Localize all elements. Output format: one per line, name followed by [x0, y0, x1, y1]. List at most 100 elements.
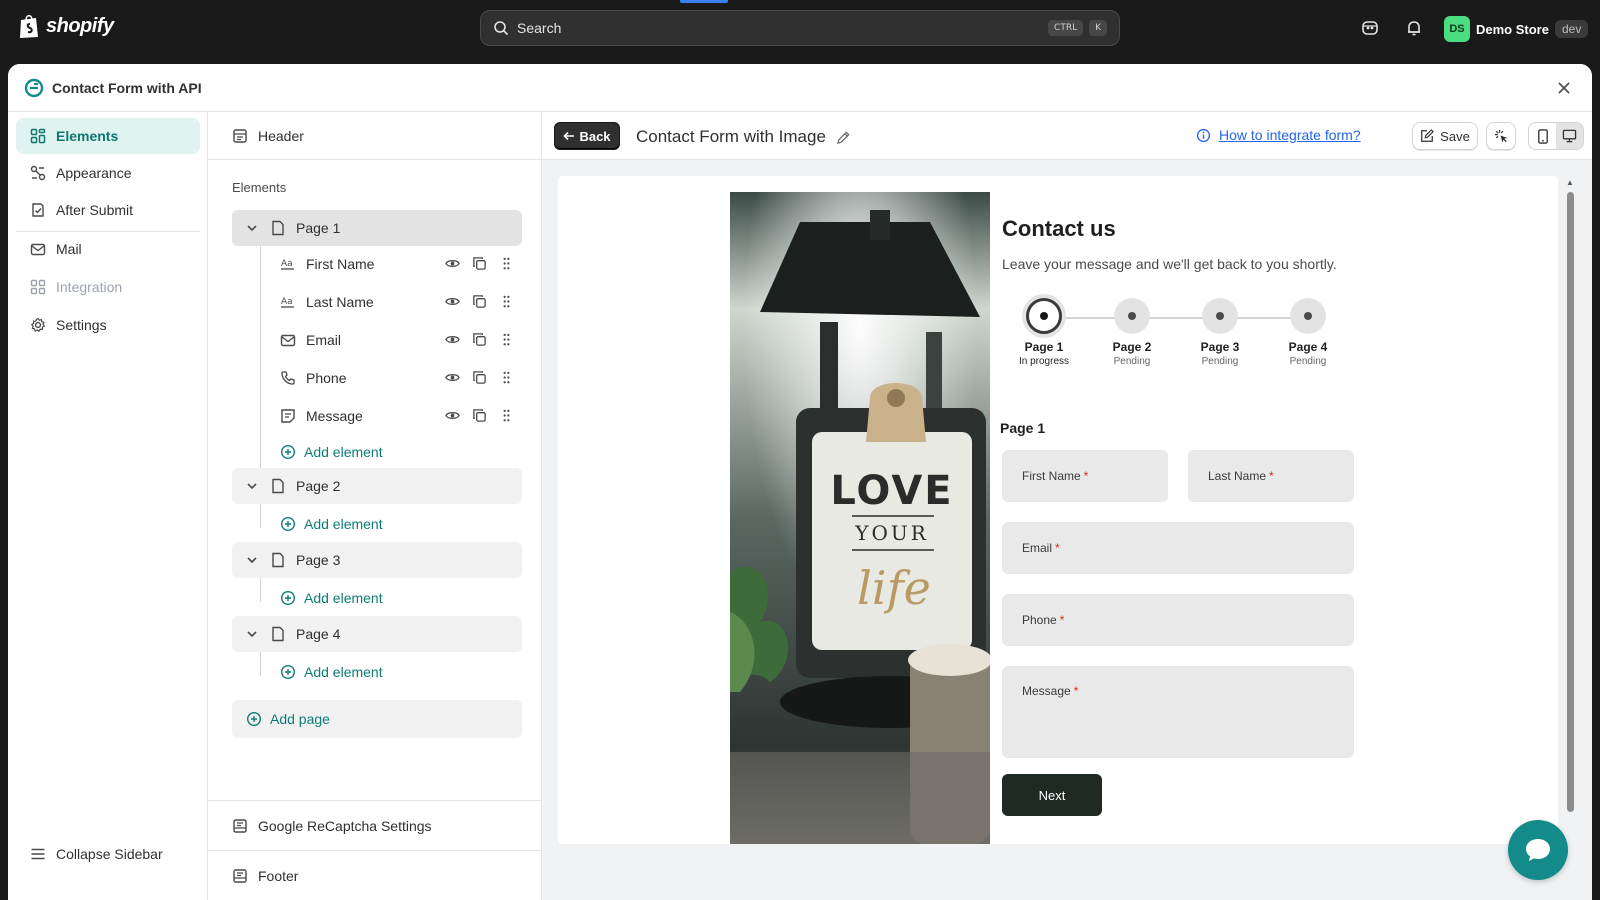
pencil-icon[interactable] — [836, 130, 851, 145]
tree-page-4[interactable]: Page 4 — [232, 616, 522, 652]
desktop-view-button[interactable] — [1556, 123, 1583, 149]
store-dev-badge: dev — [1554, 20, 1589, 38]
chevron-down-icon[interactable] — [244, 220, 260, 236]
sidekick-icon[interactable] — [1360, 18, 1380, 38]
collapse-sidebar-label: Collapse Sidebar — [56, 846, 163, 862]
back-button[interactable]: Back — [554, 122, 620, 150]
eye-icon[interactable] — [445, 370, 460, 385]
required-mark: * — [1059, 613, 1065, 627]
tree-field-email[interactable]: Email — [280, 324, 522, 356]
scroll-thumb[interactable] — [1567, 192, 1574, 812]
duplicate-icon[interactable] — [472, 294, 487, 309]
duplicate-icon[interactable] — [472, 408, 487, 423]
recaptcha-layout-icon — [233, 818, 247, 833]
close-icon[interactable] — [1554, 78, 1574, 98]
header-section[interactable]: Header — [208, 112, 542, 160]
step-indicator — [1202, 298, 1238, 334]
eye-icon[interactable] — [445, 332, 460, 347]
drag-handle-icon[interactable] — [499, 370, 514, 385]
step-page-3[interactable]: Page 3 Pending — [1180, 298, 1260, 367]
last-name-placeholder: Last Name — [1208, 469, 1267, 483]
collapse-sidebar-button[interactable]: Collapse Sidebar — [16, 836, 200, 872]
preview-toggle-button[interactable] — [1486, 122, 1516, 150]
add-page-button[interactable]: Add page — [232, 700, 522, 738]
mobile-view-button[interactable] — [1529, 123, 1556, 149]
edit-note-icon — [1421, 129, 1435, 142]
chevron-down-icon[interactable] — [244, 552, 260, 568]
step-page-4[interactable]: Page 4 Pending — [1268, 298, 1348, 367]
back-label: Back — [579, 128, 611, 144]
store-switcher[interactable]: DS Demo Store dev — [1444, 16, 1589, 42]
field-actions — [445, 256, 514, 271]
save-button[interactable]: Save — [1412, 122, 1478, 150]
scroll-up-arrow[interactable]: ▲ — [1566, 178, 1574, 187]
footer-section[interactable]: Footer — [208, 850, 542, 900]
step-page-1[interactable]: Page 1 In progress — [1004, 298, 1084, 367]
field-actions — [445, 294, 514, 309]
eye-icon[interactable] — [445, 408, 460, 423]
add-element-button-page-2[interactable]: Add element — [280, 512, 383, 536]
sidebar-item-after-submit[interactable]: After Submit — [16, 192, 200, 228]
duplicate-icon[interactable] — [472, 370, 487, 385]
phone-input[interactable]: Phone * — [1002, 594, 1354, 646]
step-page-2[interactable]: Page 2 Pending — [1092, 298, 1172, 367]
duplicate-icon[interactable] — [472, 332, 487, 347]
page-label: Page 3 — [296, 552, 341, 568]
sidebar-item-elements[interactable]: Elements — [16, 118, 200, 154]
drag-handle-icon[interactable] — [499, 256, 514, 271]
sidebar-item-label: Elements — [56, 128, 119, 144]
plus-circle-icon — [280, 516, 296, 532]
recaptcha-settings-section[interactable]: Google ReCaptcha Settings — [208, 800, 542, 850]
sidebar-item-mail[interactable]: Mail — [16, 231, 200, 267]
tree-field-first-name[interactable]: Aa First Name — [280, 248, 522, 280]
add-element-button-page-4[interactable]: Add element — [280, 660, 383, 684]
current-page-heading: Page 1 — [1000, 420, 1046, 436]
field-label: First Name — [306, 256, 375, 272]
field-actions — [445, 332, 514, 347]
chevron-down-icon[interactable] — [244, 478, 260, 494]
drag-handle-icon[interactable] — [499, 332, 514, 347]
next-button[interactable]: Next — [1002, 774, 1102, 816]
first-name-input[interactable]: First Name * — [1002, 450, 1168, 502]
eye-icon[interactable] — [445, 294, 460, 309]
bell-icon[interactable] — [1404, 18, 1424, 38]
canvas-scrollbar[interactable]: ▲ — [1564, 176, 1576, 844]
search-bar[interactable]: Search CTRL K — [480, 10, 1120, 46]
tree-field-message[interactable]: Message — [280, 400, 522, 432]
tree-field-last-name[interactable]: Aa Last Name — [280, 286, 522, 318]
chat-support-button[interactable] — [1508, 820, 1568, 880]
how-to-integrate-link[interactable]: How to integrate form? — [1196, 127, 1361, 143]
mail-icon — [30, 243, 46, 256]
tree-connector — [260, 652, 261, 676]
message-textarea[interactable]: Message * — [1002, 666, 1354, 758]
field-label: Message — [306, 408, 363, 424]
image-text-love: LOVE — [830, 468, 953, 514]
recaptcha-settings-label: Google ReCaptcha Settings — [258, 817, 432, 834]
shopify-logo[interactable]: shopify — [18, 13, 114, 39]
plus-circle-icon — [280, 590, 296, 606]
page-icon — [272, 552, 284, 568]
add-element-button-page-3[interactable]: Add element — [280, 586, 383, 610]
tree-page-1[interactable]: Page 1 — [232, 210, 522, 246]
form-heading: Contact us — [1002, 216, 1116, 241]
last-name-input[interactable]: Last Name * — [1188, 450, 1354, 502]
sidebar-item-integration[interactable]: Integration — [16, 269, 200, 305]
sidebar-item-appearance[interactable]: Appearance — [16, 155, 200, 191]
eye-icon[interactable] — [445, 256, 460, 271]
email-input[interactable]: Email * — [1002, 522, 1354, 574]
app-modal: Contact Form with API Elements Appearanc… — [8, 64, 1592, 900]
chevron-down-icon[interactable] — [244, 626, 260, 642]
field-label: Phone — [306, 370, 347, 386]
mobile-icon — [1537, 128, 1548, 144]
drag-handle-icon[interactable] — [499, 408, 514, 423]
tree-page-2[interactable]: Page 2 — [232, 468, 522, 504]
store-avatar: DS — [1444, 16, 1470, 42]
add-element-button-page-1[interactable]: Add element — [280, 440, 383, 464]
header-layout-icon — [233, 128, 247, 143]
step-indicator — [1114, 298, 1150, 334]
sidebar-item-settings[interactable]: Settings — [16, 307, 200, 343]
drag-handle-icon[interactable] — [499, 294, 514, 309]
tree-field-phone[interactable]: Phone — [280, 362, 522, 394]
tree-page-3[interactable]: Page 3 — [232, 542, 522, 578]
duplicate-icon[interactable] — [472, 256, 487, 271]
